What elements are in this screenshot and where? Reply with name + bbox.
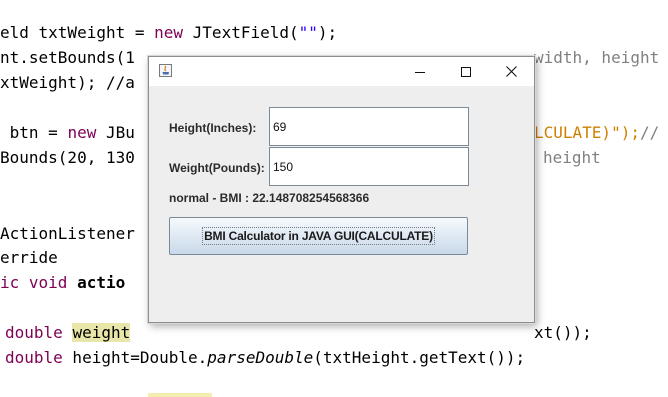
code-line-3: xtWeight); //a [0,73,135,92]
code-line-7: erride [0,248,58,267]
code-line-4: btn = new JBu [0,123,135,142]
bmi-calculator-window: Height(Inches): 69 Weight(Pounds): 150 n… [148,56,535,323]
calculate-button-label: BMI Calculator in JAVA GUI(CALCULATE) [202,227,435,245]
weight-label: Weight(Pounds): [169,161,265,175]
code-line-2: nt.setBounds(1 [0,48,135,67]
java-icon [159,64,172,77]
weight-value: 150 [273,159,294,174]
minimize-button[interactable] [397,57,443,86]
code-line-2-tail: width, height [534,48,660,67]
maximize-icon [461,66,471,77]
height-label: Height(Inches): [169,121,257,135]
code-line-5-tail: height [543,148,601,167]
height-value: 69 [273,119,287,134]
weight-field[interactable]: 150 [269,147,469,186]
code-line-6: ActionListener [0,224,135,243]
close-button[interactable] [488,57,534,86]
calculate-button[interactable]: BMI Calculator in JAVA GUI(CALCULATE) [169,217,468,255]
code-line-5: Bounds(20, 130 [0,148,135,167]
minimize-icon [415,71,425,73]
bmi-result-label: normal - BMI : 22.148708254568366 [169,191,370,205]
title-bar[interactable] [149,57,534,86]
close-icon [505,66,517,77]
code-line-10: double height=Double.parseDouble(txtHeig… [5,348,526,367]
code-line-9-tail: xt()); [534,323,592,342]
maximize-button[interactable] [443,57,489,86]
code-line-4-tail: LCULATE)");// [534,123,660,142]
highlight-fragment [148,393,212,397]
height-field[interactable]: 69 [269,107,469,146]
code-line-1: eld txtWeight = new JTextField(""); [0,23,338,42]
code-line-8: ic void actio [0,273,126,292]
code-line-9: double weight [5,323,131,342]
